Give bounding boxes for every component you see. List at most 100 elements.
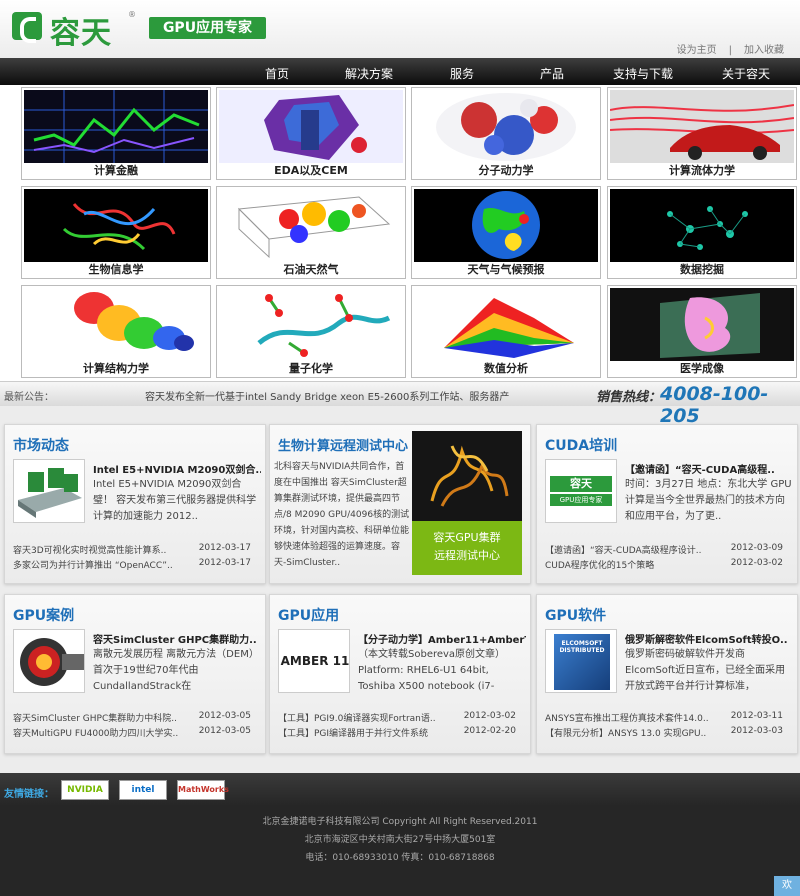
list-item-text: 【工具】PGI9.0编译器实现Fortran语.. (278, 714, 436, 724)
seismic-volume-icon (219, 189, 403, 262)
list-item[interactable]: 【有限元分析】ANSYS 13.0 实现GPU.. 2012-03-03 (545, 726, 791, 739)
feature-title[interactable]: Intel E5+NVIDIA M2090双剑合.. (93, 461, 261, 476)
surface-plot-icon (414, 288, 598, 361)
logo-text[interactable]: 容天 (50, 8, 112, 52)
list-item[interactable]: ANSYS宣布推出工程仿真技术套件14.0.. 2012-03-11 (545, 711, 791, 724)
bio-test-center-panel: 生物计算远程测试中心 北科容天与NVIDIA共同合作，首度在中国推出 容天Sim… (269, 424, 531, 584)
nav-home[interactable]: 首页 (265, 65, 289, 82)
solution-label: 量子化学 (289, 362, 333, 375)
server-icon (14, 460, 84, 522)
feature-title[interactable]: 【分子动力学】Amber11+AmberT.. (358, 631, 526, 646)
solution-tile-weather[interactable]: 天气与气候预报 (411, 186, 601, 279)
solution-label: EDA以及CEM (274, 164, 348, 177)
list-item[interactable]: 【邀请函】“容天-CUDA高级程序设计.. 2012-03-09 (545, 543, 791, 556)
panel-title[interactable]: 市场动态 (13, 435, 69, 455)
list-item[interactable]: CUDA程序优化的15个策略 2012-03-02 (545, 558, 791, 571)
panel-title[interactable]: 生物计算远程测试中心 (278, 435, 408, 454)
solution-tile-medical[interactable]: 医学成像 (607, 285, 797, 378)
list-item-text: 容天SimCluster GHPC集群助力中科院.. (13, 714, 177, 724)
feature-desc: （本文转载Sobereva原创文章） Platform: RHEL6-U1 64… (358, 649, 506, 692)
solution-tile-numerical[interactable]: 数值分析 (411, 285, 601, 378)
list-item[interactable]: 容天3D可视化实时视觉高性能计算系.. 2012-03-17 (13, 543, 259, 556)
server-thumbnail[interactable] (13, 459, 85, 523)
list-item-date: 2012-03-05 (198, 726, 251, 736)
solution-tile-bioinfo[interactable]: 生物信息学 (21, 186, 211, 279)
nav-products[interactable]: 产品 (540, 65, 564, 82)
partner-intel-link[interactable]: intel (119, 780, 167, 800)
panel-title[interactable]: GPU应用 (278, 605, 339, 625)
eda-chip-icon (219, 90, 403, 163)
feature-desc: Intel E5+NVIDIA M2090双剑合璧！ 容天发布第三代服务器提供科… (93, 479, 257, 522)
amber-thumbnail[interactable]: AMBER 11 (278, 629, 350, 693)
list-item[interactable]: 多家公司为并行计算推出 “OpenACC”.. 2012-03-17 (13, 558, 259, 571)
panel-title[interactable]: GPU案例 (13, 605, 74, 625)
bio-desc: 北科容天与NVIDIA共同合作，首度在中国推出 容天SimCluster超算集群… (274, 462, 410, 568)
globe-weather-icon (414, 189, 598, 262)
finance-graph-icon (24, 90, 208, 163)
hotline-label: 销售热线： (596, 390, 662, 405)
partner-nvidia-link[interactable]: NVIDIA (61, 780, 109, 800)
solution-tile-datamining[interactable]: 数据挖掘 (607, 186, 797, 279)
welcome-tab[interactable]: 欢迎 (774, 876, 800, 896)
solution-label: 计算流体力学 (669, 164, 735, 177)
nav-services[interactable]: 服务 (450, 65, 474, 82)
list-item-date: 2012-02-20 (463, 726, 516, 736)
panel-title[interactable]: GPU软件 (545, 605, 606, 625)
solution-label: 计算金融 (94, 164, 138, 177)
partner-mathworks-link[interactable]: MathWorks (177, 780, 229, 800)
solution-tile-eda[interactable]: EDA以及CEM (216, 87, 406, 180)
market-news-panel: 市场动态 Intel E5+NVIDIA M2090双剑合.. Intel E5… (4, 424, 266, 584)
feature-title[interactable]: 容天SimCluster GHPC集群助力.. (93, 631, 261, 646)
list-item-date: 2012-03-02 (730, 558, 783, 568)
notice-label: 最新公告： (4, 392, 54, 403)
list-item-text: 多家公司为并行计算推出 “OpenACC”.. (13, 561, 173, 571)
cuda-thumbnail[interactable]: 容天 GPU应用专家 (545, 459, 617, 523)
list-item[interactable]: 容天SimCluster GHPC集群助力中科院.. 2012-03-05 (13, 711, 259, 724)
list-item-text: ANSYS宣布推出工程仿真技术套件14.0.. (545, 714, 709, 724)
solution-tile-quantum[interactable]: 量子化学 (216, 285, 406, 378)
remote-test-button[interactable]: 容天GPU集群 远程测试中心 (412, 521, 522, 575)
panel-title[interactable]: CUDA培训 (545, 435, 617, 455)
nav-about[interactable]: 关于容天 (722, 65, 770, 82)
logo-icon[interactable] (12, 12, 42, 43)
list-item-text: 【邀请函】“容天-CUDA高级程序设计.. (545, 546, 702, 556)
solution-tile-cfd[interactable]: 计算流体力学 (607, 87, 797, 180)
site-header: 容天 ® GPU应用专家 设为主页 | 加入收藏 (0, 0, 800, 58)
solution-tile-molecular[interactable]: 分子动力学 (411, 87, 601, 180)
feature-title[interactable]: 【邀请函】“容天-CUDA高级程.. (625, 461, 793, 476)
feature-desc: 离散元发展历程 离散元方法（DEM）首次于19世纪70年代由Cundalland… (93, 649, 259, 692)
notice-message[interactable]: 容天发布全新一代基于intel Sandy Bridge xeon E5-260… (145, 388, 509, 403)
nav-solutions[interactable]: 解决方案 (345, 65, 393, 82)
list-item[interactable]: 【工具】PGI编译器用于并行文件系统 2012-02-20 (278, 726, 524, 739)
feature-desc: 时间：3月27日 地点：东北大学 GPU计算是当今全世界最热门的技术方向和应用平… (625, 479, 792, 522)
solution-label: 天气与气候预报 (467, 263, 545, 276)
remote-test-line2: 远程测试中心 (434, 549, 500, 562)
solution-tile-finance[interactable]: 计算金融 (21, 87, 211, 180)
list-item-date: 2012-03-05 (198, 711, 251, 721)
bookmark-link[interactable]: 加入收藏 (738, 45, 790, 56)
software-box-thumbnail[interactable]: ELCOMSOFT DISTRIBUTED (545, 629, 617, 693)
hotline-number: 4008-100-205 (660, 383, 769, 427)
engine-thumbnail[interactable] (13, 629, 85, 693)
gpu-case-panel: GPU案例 容天SimCluster GHPC集群助力.. 离散元发展历程 离散… (4, 594, 266, 754)
turbine-icon (14, 630, 84, 692)
solutions-grid: 计算金融 EDA以及CEM 分子动力学 计算流体力学 生物信息学 石油天然气 天… (0, 85, 800, 381)
stress-spiral-icon (24, 288, 208, 361)
solution-label: 石油天然气 (283, 263, 339, 276)
top-links: 设为主页 | 加入收藏 (671, 41, 790, 56)
set-home-link[interactable]: 设为主页 (671, 45, 723, 56)
registered-mark: ® (128, 10, 136, 19)
feature-title[interactable]: 俄罗斯解密软件ElcomSoft转投O.. (625, 631, 793, 646)
nav-support[interactable]: 支持与下载 (613, 65, 673, 82)
footer-address: 北京市海淀区中关村南大街27号中扬大厦501室 (304, 835, 496, 845)
list-item[interactable]: 容天MultiGPU FU4000助力四川大学实.. 2012-03-05 (13, 726, 259, 739)
solution-tile-structural[interactable]: 计算结构力学 (21, 285, 211, 378)
software-box-label: ELCOMSOFT DISTRIBUTED (554, 634, 610, 690)
site-footer: 北京金捷诺电子科技有限公司 Copyright All Right Reserv… (0, 806, 800, 896)
solution-tile-oilgas[interactable]: 石油天然气 (216, 186, 406, 279)
list-item[interactable]: 【工具】PGI9.0编译器实现Fortran语.. 2012-03-02 (278, 711, 524, 724)
car-airflow-icon (610, 90, 794, 163)
thumb-slogan: GPU应用专家 (550, 494, 612, 506)
list-item-date: 2012-03-09 (730, 543, 783, 553)
gpu-cluster-image[interactable] (412, 431, 522, 521)
